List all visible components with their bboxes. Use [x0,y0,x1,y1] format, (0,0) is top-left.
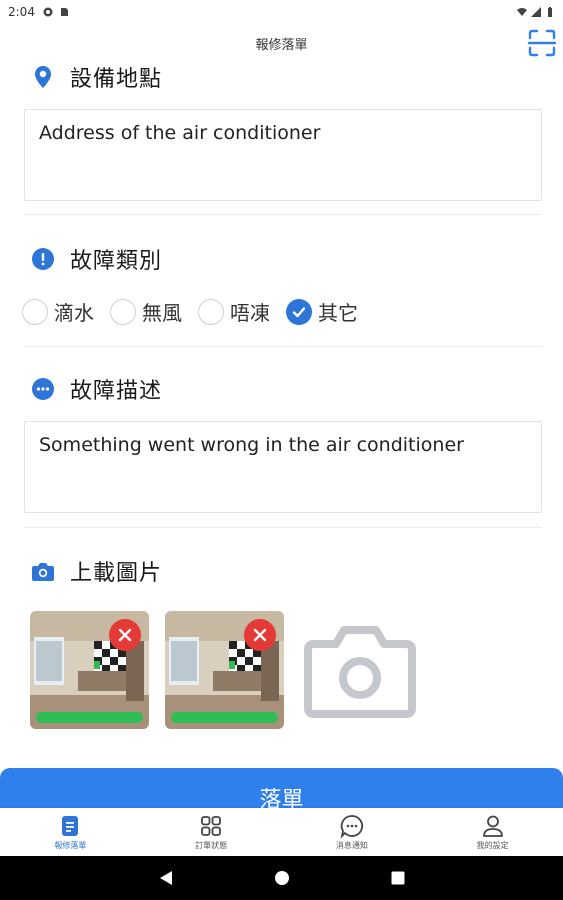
status-time: 2:04 [8,5,35,19]
user-icon [482,815,503,837]
location-input[interactable]: Address of the air conditioner [24,109,542,201]
location-label: 設備地點 [70,67,163,92]
radio-option-not-cold[interactable]: 唔凍 [198,297,270,326]
tab-report-repair[interactable]: 報修落單 [0,808,141,856]
close-icon [253,628,267,642]
tab-order-status[interactable]: 訂單狀態 [141,808,282,856]
description-input-wrap: Something went wrong in the air conditio… [24,421,542,513]
sync-icon [43,7,53,17]
radio-option-drip[interactable]: 滴水 [22,297,94,326]
camera-small-icon [32,560,54,582]
radio-option-other[interactable]: 其它 [286,297,358,326]
radio-label: 其它 [318,301,358,325]
radio-circle-checked[interactable] [286,298,312,325]
upload-label: 上載圖片 [70,561,163,586]
app-bar: 報修落單 [0,24,563,62]
radio-circle[interactable] [198,298,224,325]
radio-label: 無風 [142,301,182,325]
status-bar: 2:04 [0,0,563,24]
divider [24,214,542,215]
radio-label: 滴水 [54,301,94,325]
page-title: 報修落單 [255,38,308,53]
alert-icon [32,248,54,270]
description-label: 故障描述 [70,379,163,404]
location-pin-icon [32,66,54,88]
system-nav-bar [0,856,563,900]
tab-my-settings[interactable]: 我的設定 [422,808,563,856]
location-header: 設備地點 [24,60,542,94]
upload-section: 上載圖片 [24,554,542,588]
fault-type-options: 滴水 無風 唔凍 其它 [22,297,374,326]
scan-icon[interactable] [527,28,557,58]
location-input-wrap: Address of the air conditioner [24,109,542,201]
radio-option-no-wind[interactable]: 無風 [110,297,182,326]
chat-icon [340,814,363,838]
grid-icon [201,815,222,836]
fault-type-label: 故障類別 [70,249,163,274]
tab-label: 消息通知 [335,840,368,850]
radio-circle[interactable] [110,298,136,325]
image-thumbnails [30,611,416,729]
tab-label: 報修落單 [54,840,87,850]
tab-label: 我的設定 [476,840,509,850]
remove-image-button[interactable] [244,619,276,651]
wifi-icon [517,8,527,16]
submit-order-button[interactable]: 落單 [0,768,563,812]
recents-icon[interactable] [390,870,406,886]
more-dots-icon [32,378,54,400]
radio-label: 唔凍 [230,301,270,325]
tab-notifications[interactable]: 消息通知 [282,808,423,856]
fault-type-section: 故障類別 [24,242,542,276]
location-section: 設備地點 [24,60,542,94]
home-icon[interactable] [274,870,290,886]
fault-type-header: 故障類別 [24,242,542,276]
battery-icon [548,7,552,17]
description-input[interactable]: Something went wrong in the air conditio… [24,421,542,513]
sd-card-icon [60,8,68,16]
description-header: 故障描述 [24,372,542,406]
upload-progress-bar [171,712,278,723]
add-photo-camera-icon[interactable] [304,620,416,720]
upload-progress-bar [36,712,143,723]
divider [24,527,542,528]
description-section: 故障描述 [24,372,542,406]
close-icon [118,628,132,642]
signal-icon [531,7,541,17]
tab-label: 訂單狀態 [195,840,228,850]
image-thumbnail[interactable] [165,611,284,729]
image-thumbnail[interactable] [30,611,149,729]
radio-circle[interactable] [22,298,48,325]
upload-header: 上載圖片 [24,554,542,588]
bottom-tab-bar: 報修落單 訂單狀態 消息通知 我的設定 [0,808,563,856]
remove-image-button[interactable] [109,619,141,651]
divider [24,346,542,347]
document-icon [62,815,79,836]
check-icon [292,306,306,317]
back-icon[interactable] [158,870,174,886]
